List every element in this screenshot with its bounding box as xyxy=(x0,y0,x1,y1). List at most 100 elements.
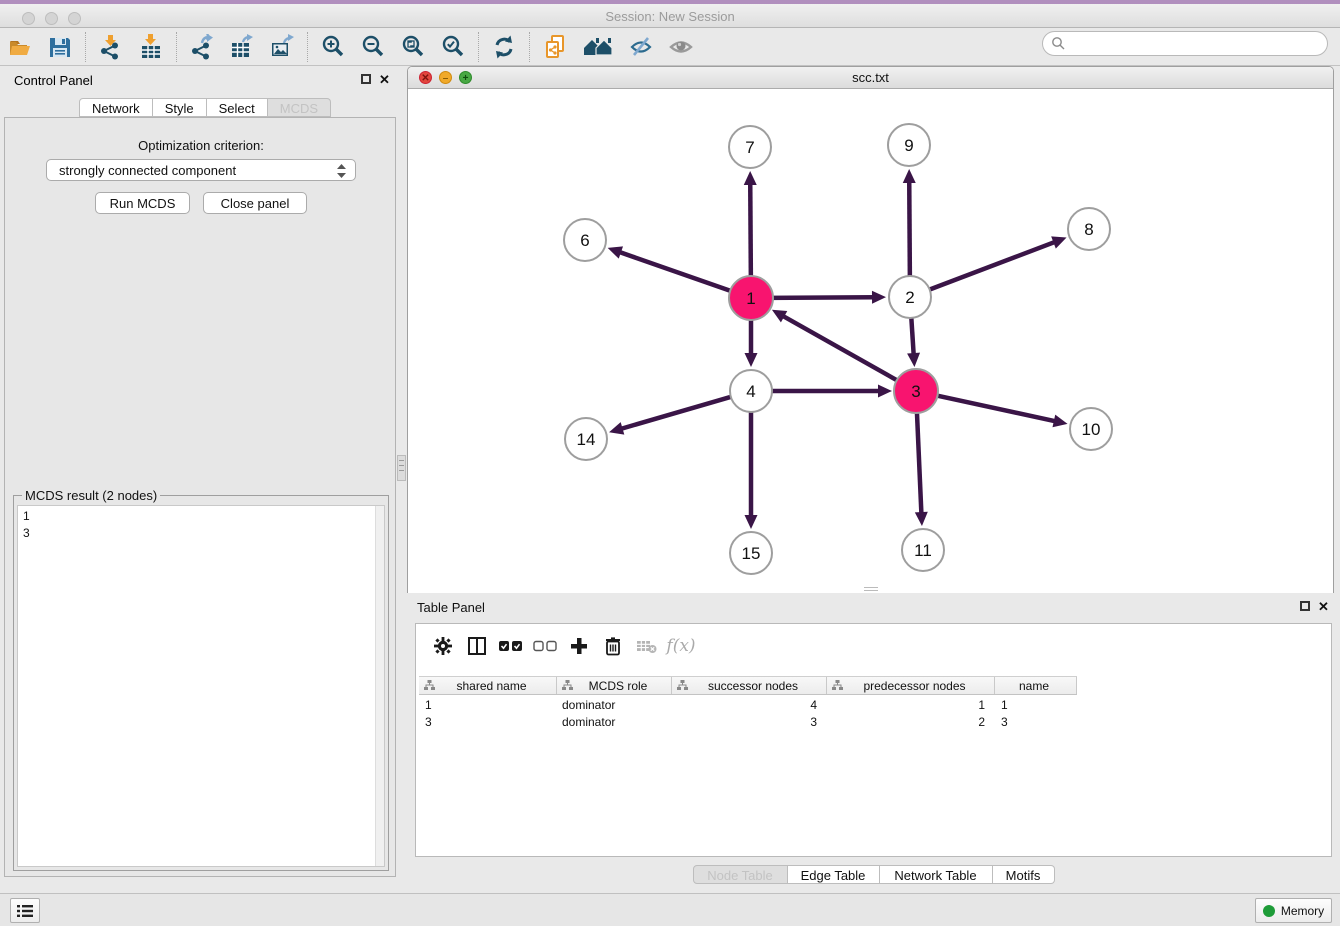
graph-edge-arrowhead xyxy=(745,353,758,367)
memory-status-icon xyxy=(1263,905,1275,917)
clone-network-icon[interactable] xyxy=(538,32,572,62)
panel-splitter-grip[interactable] xyxy=(397,455,406,481)
import-network-icon[interactable] xyxy=(94,32,128,62)
tab-network-table[interactable]: Network Table xyxy=(880,865,993,884)
toolbar-separator xyxy=(529,32,530,62)
table-row[interactable]: 1 dominator 4 1 1 xyxy=(419,696,1077,713)
toolbar-separator xyxy=(478,32,479,62)
tab-select[interactable]: Select xyxy=(207,98,268,117)
open-session-icon[interactable] xyxy=(3,32,37,62)
column-header-name[interactable]: name xyxy=(995,677,1077,694)
zoom-in-icon[interactable] xyxy=(316,32,350,62)
graph-edge-2-9[interactable] xyxy=(909,180,910,278)
search-field[interactable] xyxy=(1042,31,1328,56)
column-header-predecessor-nodes[interactable]: predecessor nodes xyxy=(827,677,995,694)
cell-name[interactable]: 3 xyxy=(995,713,1077,730)
graph-edge-3-1[interactable] xyxy=(781,315,899,381)
network-canvas[interactable]: 7968124314101511 xyxy=(408,89,1333,593)
graph-edge-1-2[interactable] xyxy=(770,297,875,298)
graph-edge-2-8[interactable] xyxy=(928,241,1057,290)
tab-mcds[interactable]: MCDS xyxy=(268,98,331,117)
cell-name[interactable]: 1 xyxy=(995,696,1077,713)
cell-shared-name[interactable]: 3 xyxy=(419,713,557,730)
task-history-button[interactable] xyxy=(10,898,40,923)
cell-predecessor-nodes[interactable]: 2 xyxy=(827,713,995,730)
graph-edge-2-3[interactable] xyxy=(911,316,914,356)
home-layout-icon[interactable] xyxy=(578,32,618,62)
network-graph: 7968124314101511 xyxy=(408,89,1333,593)
column-header-successor-nodes[interactable]: successor nodes xyxy=(672,677,827,694)
graph-edge-arrowhead xyxy=(744,171,757,185)
zoom-selected-icon[interactable] xyxy=(436,32,470,62)
graph-edge-1-6[interactable] xyxy=(618,252,733,292)
graph-edge-arrowhead xyxy=(878,385,892,398)
settings-gear-icon[interactable] xyxy=(426,631,460,661)
tab-style[interactable]: Style xyxy=(153,98,207,117)
control-panel-close-button[interactable]: ✕ xyxy=(379,74,391,86)
result-scrollbar[interactable] xyxy=(375,506,384,866)
application-window: Session: New Session xyxy=(0,0,1340,926)
zoom-out-icon[interactable] xyxy=(356,32,390,62)
export-image-icon[interactable] xyxy=(265,32,299,62)
control-panel-float-button[interactable] xyxy=(361,74,373,86)
function-builder-icon[interactable]: f(x) xyxy=(664,631,698,661)
result-line: 3 xyxy=(23,525,384,542)
network-window-resize-grip[interactable] xyxy=(864,587,878,591)
memory-button-label: Memory xyxy=(1281,904,1324,918)
mcds-result-title: MCDS result (2 nodes) xyxy=(22,488,160,503)
control-panel-tabs: Network Style Select MCDS xyxy=(79,98,331,117)
graph-edge-arrowhead xyxy=(609,422,624,434)
cell-mcds-role[interactable]: dominator xyxy=(557,713,672,730)
export-table-icon[interactable] xyxy=(225,32,259,62)
table-row[interactable]: 3 dominator 3 2 3 xyxy=(419,713,1077,730)
cell-successor-nodes[interactable]: 4 xyxy=(672,696,827,713)
search-icon xyxy=(1051,36,1066,51)
mcds-result-textarea[interactable]: 1 3 xyxy=(17,505,385,867)
graph-edge-1-7[interactable] xyxy=(750,182,751,279)
tab-node-table[interactable]: Node Table xyxy=(693,865,788,884)
cell-shared-name[interactable]: 1 xyxy=(419,696,557,713)
delete-table-icon[interactable] xyxy=(630,631,664,661)
import-table-icon[interactable] xyxy=(134,32,168,62)
close-panel-button[interactable]: Close panel xyxy=(203,192,307,214)
select-all-checkboxes-icon[interactable] xyxy=(494,631,528,661)
refresh-icon[interactable] xyxy=(487,32,521,62)
show-panel-icon[interactable] xyxy=(664,32,698,62)
export-network-icon[interactable] xyxy=(185,32,219,62)
network-window-titlebar[interactable]: ✕ – + scc.txt xyxy=(408,67,1333,89)
graph-edge-4-14[interactable] xyxy=(620,396,733,429)
column-header-mcds-role[interactable]: MCDS role xyxy=(557,677,672,694)
column-header-shared-name[interactable]: shared name xyxy=(419,677,557,694)
hide-panel-icon[interactable] xyxy=(624,32,658,62)
show-columns-icon[interactable] xyxy=(460,631,494,661)
delete-column-icon[interactable] xyxy=(596,631,630,661)
save-session-icon[interactable] xyxy=(43,32,77,62)
tab-motifs[interactable]: Motifs xyxy=(993,865,1055,884)
main-toolbar xyxy=(0,28,1340,66)
memory-button[interactable]: Memory xyxy=(1255,898,1332,923)
table-panel-close-button[interactable]: ✕ xyxy=(1318,601,1330,613)
graph-edge-arrowhead xyxy=(1052,415,1067,428)
tab-network[interactable]: Network xyxy=(79,98,153,117)
status-bar: Memory xyxy=(0,893,1340,926)
criterion-value: strongly connected component xyxy=(59,163,236,178)
cell-successor-nodes[interactable]: 3 xyxy=(672,713,827,730)
graph-edge-3-10[interactable] xyxy=(935,395,1057,422)
cell-mcds-role[interactable]: dominator xyxy=(557,696,672,713)
titlebar: Session: New Session xyxy=(0,4,1340,28)
toolbar-separator xyxy=(85,32,86,62)
attribute-type-icon xyxy=(562,680,573,691)
unselect-all-checkboxes-icon[interactable] xyxy=(528,631,562,661)
tab-edge-table[interactable]: Edge Table xyxy=(788,865,880,884)
cell-predecessor-nodes[interactable]: 1 xyxy=(827,696,995,713)
zoom-fit-icon[interactable] xyxy=(396,32,430,62)
graph-node-label: 8 xyxy=(1084,220,1093,239)
run-mcds-button[interactable]: Run MCDS xyxy=(95,192,190,214)
graph-edge-3-11[interactable] xyxy=(917,410,922,515)
graph-node-label: 14 xyxy=(577,430,596,449)
add-column-icon[interactable] xyxy=(562,631,596,661)
table-panel-float-button[interactable] xyxy=(1300,601,1312,613)
graph-node-label: 9 xyxy=(904,136,913,155)
search-input[interactable] xyxy=(1066,36,1327,51)
criterion-dropdown[interactable]: strongly connected component xyxy=(46,159,356,181)
